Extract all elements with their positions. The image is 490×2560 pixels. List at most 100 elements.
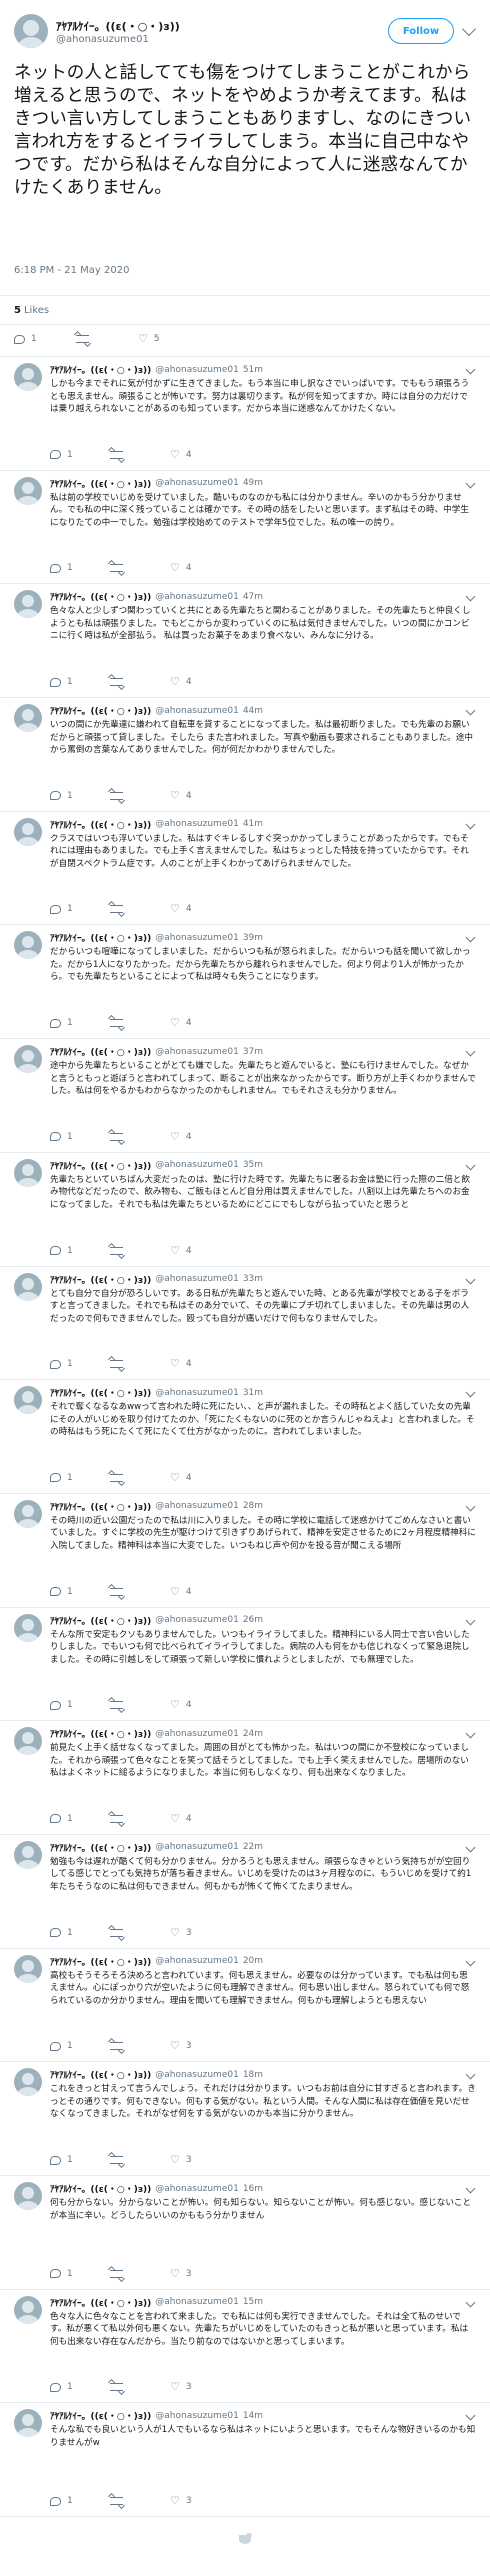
- display-name[interactable]: ｱﾔｱﾙｹｲｰ。((ε(・○・)з)): [50, 2068, 151, 2081]
- avatar[interactable]: [14, 2409, 42, 2438]
- reply-button[interactable]: 1: [50, 1473, 110, 1483]
- reply-tweet[interactable]: ｱﾔｱﾙｹｲｰ。((ε(・○・)з)) @ahonasuzume01 39m だからい…: [0, 925, 490, 1040]
- reply-time[interactable]: 47m: [243, 592, 263, 602]
- display-name[interactable]: ｱﾔｱﾙｹｲｰ。((ε(・○・)з)): [50, 2296, 151, 2309]
- like-button[interactable]: ♡ 4: [170, 562, 230, 573]
- reply-button[interactable]: 1: [50, 1132, 110, 1142]
- retweet-button[interactable]: [110, 1359, 170, 1369]
- reply-tweet[interactable]: ｱﾔｱﾙｹｲｰ。((ε(・○・)з)) @ahonasuzume01 41m クラスで…: [0, 812, 490, 926]
- handle[interactable]: @ahonasuzume01: [155, 1842, 239, 1852]
- retweet-button[interactable]: [110, 677, 170, 687]
- reply-time[interactable]: 15m: [243, 2297, 263, 2307]
- avatar[interactable]: [14, 1613, 42, 1642]
- display-name[interactable]: ｱﾔｱﾙｹｲｰ。((ε(・○・)з)): [50, 477, 151, 490]
- display-name[interactable]: ｱﾔｱﾙｹｲｰ。((ε(・○・)з)): [50, 1955, 151, 1968]
- handle[interactable]: @ahonasuzume01: [155, 2411, 239, 2421]
- like-button[interactable]: ♡ 3: [170, 2154, 230, 2165]
- retweet-button[interactable]: [110, 1246, 170, 1256]
- reply-tweet[interactable]: ｱﾔｱﾙｹｲｰ。((ε(・○・)з)) @ahonasuzume01 24m 前見たく…: [0, 1721, 490, 1835]
- reply-time[interactable]: 51m: [243, 365, 263, 375]
- retweet-button[interactable]: [110, 904, 170, 914]
- reply-time[interactable]: 28m: [243, 1501, 263, 1511]
- reply-button[interactable]: 1: [50, 1587, 110, 1597]
- avatar[interactable]: [14, 704, 42, 733]
- like-button[interactable]: ♡ 4: [170, 1586, 230, 1597]
- display-name[interactable]: ｱﾔｱﾙｹｲｰ。((ε(・○・)з)): [50, 2409, 151, 2422]
- reply-tweet[interactable]: ｱﾔｱﾙｹｲｰ。((ε(・○・)з)) @ahonasuzume01 35m 先輩たち…: [0, 1153, 490, 1267]
- reply-time[interactable]: 31m: [243, 1388, 263, 1398]
- display-name[interactable]: ｱﾔｱﾙｹｲｰ。((ε(・○・)з)): [50, 363, 151, 376]
- handle[interactable]: @ahonasuzume01: [56, 34, 388, 45]
- retweet-button[interactable]: [110, 2041, 170, 2051]
- reply-time[interactable]: 26m: [243, 1615, 263, 1625]
- avatar[interactable]: [14, 2068, 42, 2097]
- handle[interactable]: @ahonasuzume01: [155, 2297, 239, 2307]
- avatar[interactable]: [14, 14, 48, 48]
- avatar[interactable]: [14, 1386, 42, 1415]
- retweet-button[interactable]: [110, 450, 170, 460]
- handle[interactable]: @ahonasuzume01: [155, 706, 239, 716]
- like-button[interactable]: ♡ 5: [138, 333, 200, 344]
- handle[interactable]: @ahonasuzume01: [155, 478, 239, 488]
- display-name[interactable]: ｱﾔｱﾙｹｲｰ。((ε(・○・)з)): [50, 1614, 151, 1627]
- like-button[interactable]: ♡ 4: [170, 1131, 230, 1142]
- reply-tweet[interactable]: ｱﾔｱﾙｹｲｰ。((ε(・○・)з)) @ahonasuzume01 20m 高校もそ…: [0, 1949, 490, 2063]
- reply-button[interactable]: 1: [50, 563, 110, 573]
- like-button[interactable]: ♡ 4: [170, 790, 230, 801]
- reply-tweet[interactable]: ｱﾔｱﾙｹｲｰ。((ε(・○・)з)) @ahonasuzume01 16m 何も分か…: [0, 2176, 490, 2290]
- handle[interactable]: @ahonasuzume01: [155, 1956, 239, 1966]
- reply-button[interactable]: 1: [50, 677, 110, 687]
- avatar[interactable]: [14, 1954, 42, 1983]
- avatar[interactable]: [14, 817, 42, 846]
- handle[interactable]: @ahonasuzume01: [155, 1615, 239, 1625]
- reply-tweet[interactable]: ｱﾔｱﾙｹｲｰ。((ε(・○・)з)) @ahonasuzume01 49m 私は前の…: [0, 471, 490, 585]
- reply-time[interactable]: 14m: [243, 2411, 263, 2421]
- reply-button[interactable]: 1: [50, 904, 110, 914]
- reply-tweet[interactable]: ｱﾔｱﾙｹｲｰ。((ε(・○・)з)) @ahonasuzume01 22m 勉強も今…: [0, 1835, 490, 1949]
- retweet-button[interactable]: [110, 791, 170, 801]
- avatar[interactable]: [14, 2182, 42, 2210]
- retweet-button[interactable]: [110, 1814, 170, 1824]
- handle[interactable]: @ahonasuzume01: [155, 933, 239, 943]
- reply-tweet[interactable]: ｱﾔｱﾙｹｲｰ。((ε(・○・)з)) @ahonasuzume01 18m これをき…: [0, 2062, 490, 2176]
- reply-button[interactable]: 1: [50, 1928, 110, 1938]
- handle[interactable]: @ahonasuzume01: [155, 1160, 239, 1170]
- retweet-button[interactable]: [110, 563, 170, 573]
- reply-button[interactable]: 1: [50, 1814, 110, 1824]
- reply-button[interactable]: 1: [50, 1700, 110, 1710]
- avatar[interactable]: [14, 1499, 42, 1528]
- handle[interactable]: @ahonasuzume01: [155, 1274, 239, 1284]
- avatar[interactable]: [14, 590, 42, 619]
- handle[interactable]: @ahonasuzume01: [155, 2184, 239, 2194]
- reply-time[interactable]: 49m: [243, 478, 263, 488]
- retweet-button[interactable]: [110, 2496, 170, 2506]
- display-name[interactable]: ｱﾔｱﾙｹｲｰ。((ε(・○・)з)): [50, 704, 151, 717]
- like-button[interactable]: ♡ 3: [170, 2495, 230, 2506]
- handle[interactable]: @ahonasuzume01: [155, 1388, 239, 1398]
- retweet-button[interactable]: [110, 1018, 170, 1028]
- display-name[interactable]: ｱﾔｱﾙｹｲｰ。((ε(・○・)з)): [50, 1727, 151, 1740]
- like-button[interactable]: ♡ 4: [170, 1358, 230, 1369]
- avatar[interactable]: [14, 1272, 42, 1301]
- reply-tweet[interactable]: ｱﾔｱﾙｹｲｰ。((ε(・○・)з)) @ahonasuzume01 26m そんな所…: [0, 1608, 490, 1722]
- retweet-button[interactable]: [110, 1928, 170, 1938]
- reply-tweet[interactable]: ｱﾔｱﾙｹｲｰ。((ε(・○・)з)) @ahonasuzume01 31m それで奪…: [0, 1380, 490, 1494]
- avatar[interactable]: [14, 1045, 42, 1074]
- retweet-button[interactable]: [110, 2382, 170, 2392]
- retweet-button[interactable]: [110, 1473, 170, 1483]
- tweet-timestamp[interactable]: 6:18 PM - 21 May 2020: [14, 265, 129, 276]
- display-name[interactable]: ｱﾔｱﾙｹｲｰ。((ε(・○・)з)): [50, 2182, 151, 2195]
- reply-button[interactable]: 1: [50, 1359, 110, 1369]
- avatar[interactable]: [14, 1840, 42, 1869]
- reply-button[interactable]: 1: [50, 2155, 110, 2165]
- retweet-button[interactable]: [110, 1132, 170, 1142]
- display-name[interactable]: ｱﾔｱﾙｹｲｰ。((ε(・○・)з)): [50, 1273, 151, 1286]
- reply-tweet[interactable]: ｱﾔｱﾙｹｲｰ。((ε(・○・)з)) @ahonasuzume01 14m そんな私…: [0, 2403, 490, 2518]
- like-button[interactable]: ♡ 4: [170, 1699, 230, 1710]
- avatar[interactable]: [14, 1727, 42, 1756]
- reply-time[interactable]: 24m: [243, 1729, 263, 1739]
- reply-time[interactable]: 22m: [243, 1842, 263, 1852]
- reply-tweet[interactable]: ｱﾔｱﾙｹｲｰ。((ε(・○・)з)) @ahonasuzume01 44m いつの間…: [0, 698, 490, 812]
- like-button[interactable]: ♡ 4: [170, 1813, 230, 1824]
- display-name[interactable]: ｱﾔｱﾙｹｲｰ。((ε(・○・)з)): [50, 1045, 151, 1058]
